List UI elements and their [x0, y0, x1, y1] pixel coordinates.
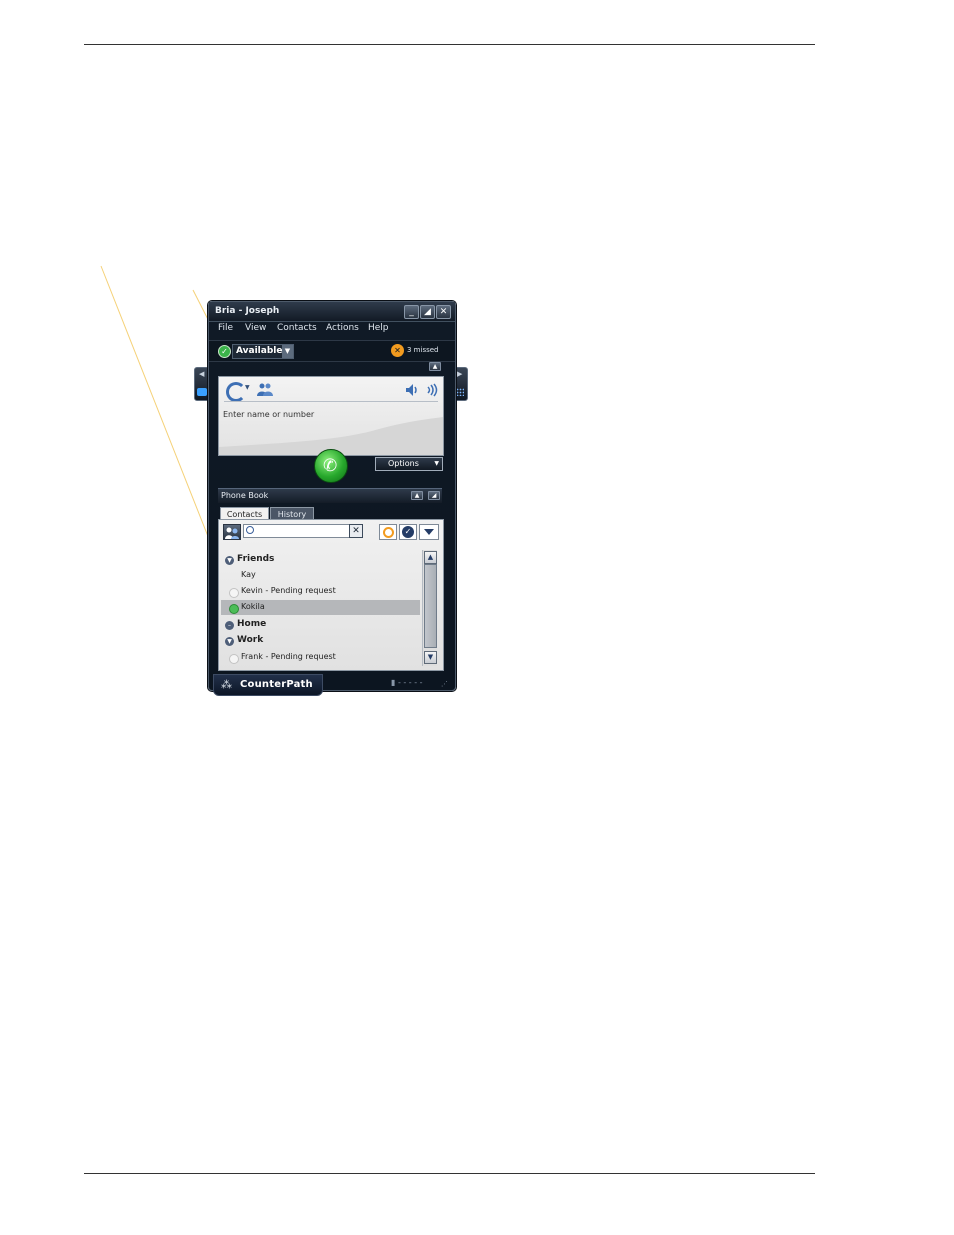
group-label: Home	[237, 619, 267, 629]
menu-actions[interactable]: Actions	[326, 323, 359, 333]
chevron-down-icon	[424, 529, 434, 535]
list-item[interactable]: Kay	[221, 568, 420, 583]
list-item[interactable]: Frank - Pending request	[221, 650, 420, 665]
scroll-thumb[interactable]	[424, 564, 437, 648]
pending-ring-icon	[383, 527, 394, 538]
missed-calls-label[interactable]: 3 missed	[407, 346, 439, 354]
menu-bar: File View Contacts Actions Help	[209, 322, 455, 338]
redial-icon[interactable]	[226, 382, 246, 402]
contact-name: Kokila	[241, 602, 265, 611]
dialer-divider	[224, 401, 438, 402]
chevron-down-icon: ▼	[282, 345, 293, 358]
volume-icon[interactable]	[425, 383, 439, 397]
pending-presence-icon	[229, 654, 239, 664]
dial-input[interactable]: Enter name or number	[223, 410, 314, 419]
online-check-icon: ✓	[402, 526, 414, 538]
options-label: Options	[388, 459, 419, 468]
counterpath-logo-icon: ⁂	[221, 678, 232, 691]
online-presence-icon	[229, 604, 239, 614]
group-friends[interactable]: ▼ Friends	[221, 552, 420, 567]
title-bar: Bria - Joseph _ ◢ ✕	[209, 302, 455, 322]
chevron-right-icon: ▶	[457, 370, 463, 378]
speaker-icon[interactable]	[405, 383, 419, 397]
group-label: Friends	[237, 554, 275, 564]
collapse-dialer-button[interactable]: ▲	[429, 362, 441, 371]
footer-rule	[84, 1173, 815, 1174]
dialpad-icon	[456, 388, 464, 396]
search-input[interactable]	[243, 524, 363, 538]
clear-search-button[interactable]: ✕	[349, 524, 363, 538]
filter-online-button[interactable]: ✓	[399, 524, 417, 540]
expand-group-icon: ▼	[225, 637, 234, 646]
redial-dropdown-icon[interactable]: ▼	[245, 384, 250, 391]
minimize-button[interactable]: _	[404, 305, 419, 319]
status-bar: ✓ Available ▼ ✕ 3 missed	[209, 340, 455, 362]
chevron-down-icon: ▼	[434, 460, 439, 467]
phonebook-panel: ✕ ✓ ▼ Friends Kay Kevin - Pending reques…	[218, 519, 444, 671]
close-button[interactable]: ✕	[436, 305, 451, 319]
add-contact-button[interactable]	[223, 524, 241, 540]
brand-name: CounterPath	[240, 679, 313, 690]
pending-presence-icon	[229, 588, 239, 598]
chevron-left-icon: ◀	[199, 370, 205, 378]
options-button[interactable]: Options ▼	[375, 457, 443, 471]
contact-name: Frank - Pending request	[241, 652, 336, 661]
video-camera-icon	[197, 388, 207, 396]
phonebook-title: Phone Book	[221, 491, 269, 500]
add-contact-icon	[225, 527, 239, 539]
list-item[interactable]: Kevin - Pending request	[221, 584, 420, 599]
menu-help[interactable]: Help	[368, 323, 389, 333]
group-home[interactable]: – Home	[221, 617, 420, 632]
group-work[interactable]: ▼ Work	[221, 633, 420, 648]
scroll-down-button[interactable]: ▼	[424, 651, 437, 664]
group-label: Work	[237, 635, 264, 645]
presence-label: Available	[236, 346, 283, 356]
contact-name: Kay	[241, 570, 256, 579]
filter-pending-button[interactable]	[379, 524, 397, 540]
available-check-icon: ✓	[218, 345, 231, 358]
window-title: Bria - Joseph	[215, 306, 280, 316]
scroll-up-button[interactable]: ▲	[424, 551, 437, 564]
mic-level-meter: ▮ - - - - -	[391, 678, 423, 687]
bria-window: Bria - Joseph _ ◢ ✕ File View Contacts A…	[208, 301, 456, 696]
presence-dropdown[interactable]: Available ▼	[232, 344, 294, 359]
dialer-panel: ▼ Enter name or number	[218, 376, 444, 456]
menu-view[interactable]: View	[245, 323, 266, 333]
list-item-selected[interactable]: Kokila	[221, 600, 420, 615]
detach-phonebook-button[interactable]: ◢	[428, 491, 440, 500]
search-icon	[246, 526, 254, 534]
contacts-icon[interactable]	[257, 383, 273, 396]
contact-list: ▼ Friends Kay Kevin - Pending request Ko…	[221, 549, 421, 667]
filter-menu-button[interactable]	[419, 524, 439, 540]
contact-name: Kevin - Pending request	[241, 586, 336, 595]
resize-grip-icon[interactable]: ⋰	[441, 680, 448, 688]
phonebook-header: Phone Book ▲ ◢	[218, 488, 442, 503]
restore-button[interactable]: ◢	[420, 305, 435, 319]
collapsed-group-icon: –	[225, 621, 234, 630]
phone-handset-icon: ✆	[323, 456, 338, 476]
expand-group-icon: ▼	[225, 556, 234, 565]
missed-call-icon[interactable]: ✕	[391, 344, 404, 357]
brand-tab[interactable]: ⁂ CounterPath	[213, 674, 323, 696]
menu-contacts[interactable]: Contacts	[277, 323, 317, 333]
collapse-phonebook-button[interactable]: ▲	[411, 491, 423, 500]
callout-lines	[100, 265, 231, 593]
contact-list-scrollbar[interactable]: ▲ ▼	[422, 550, 437, 666]
menu-file[interactable]: File	[218, 323, 233, 333]
call-button[interactable]: ✆	[314, 449, 348, 483]
